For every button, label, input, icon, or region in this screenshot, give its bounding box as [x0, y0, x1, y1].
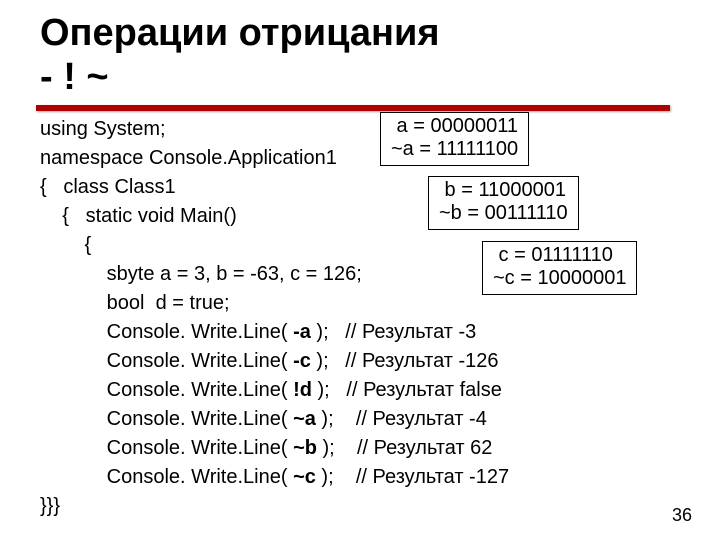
code-line: ); // Результат false: [312, 379, 502, 401]
code-line: Console. Write.Line(: [40, 321, 293, 343]
code-line: sbyte a = 3, b = -63, c = 126;: [40, 263, 362, 285]
code-line: { class Class1: [40, 176, 176, 198]
title-line-2: - ! ~: [40, 56, 109, 98]
code-block: using System; namespace Console.Applicat…: [40, 115, 680, 521]
code-bold: ~b: [293, 437, 317, 459]
page-number: 36: [672, 505, 692, 526]
code-line: ); // Результат 62: [317, 437, 492, 459]
binary-box-c: c = 01111110 ~c = 10000001: [482, 241, 637, 295]
code-line: Console. Write.Line(: [40, 466, 293, 488]
code-line: Console. Write.Line(: [40, 437, 293, 459]
code-line: ); // Результат -3: [311, 321, 476, 343]
slide: Операции отрицания- ! ~ using System; na…: [0, 0, 720, 540]
code-line: ); // Результат -126: [311, 350, 499, 372]
code-bold: !d: [293, 379, 312, 401]
code-line: ); // Результат -127: [316, 466, 509, 488]
title-underline: [36, 105, 670, 111]
binary-box-a: a = 00000011 ~a = 11111100: [380, 112, 529, 166]
code-line: ); // Результат -4: [316, 408, 487, 430]
code-bold: ~c: [293, 466, 316, 488]
code-bold: ~a: [293, 408, 316, 430]
code-line: bool d = true;: [40, 292, 230, 314]
code-line: {: [40, 234, 91, 256]
code-bold: -c: [293, 350, 311, 372]
code-line: Console. Write.Line(: [40, 350, 293, 372]
slide-title: Операции отрицания- ! ~: [40, 12, 680, 105]
code-line: { static void Main(): [40, 205, 237, 227]
title-line-1: Операции отрицания: [40, 12, 440, 54]
code-line: namespace Console.Application1: [40, 147, 337, 169]
code-line: Console. Write.Line(: [40, 379, 293, 401]
code-line: using System;: [40, 118, 166, 140]
code-line: }}}: [40, 495, 60, 517]
code-line: Console. Write.Line(: [40, 408, 293, 430]
code-bold: -a: [293, 321, 311, 343]
binary-box-b: b = 11000001 ~b = 00111110: [428, 176, 579, 230]
